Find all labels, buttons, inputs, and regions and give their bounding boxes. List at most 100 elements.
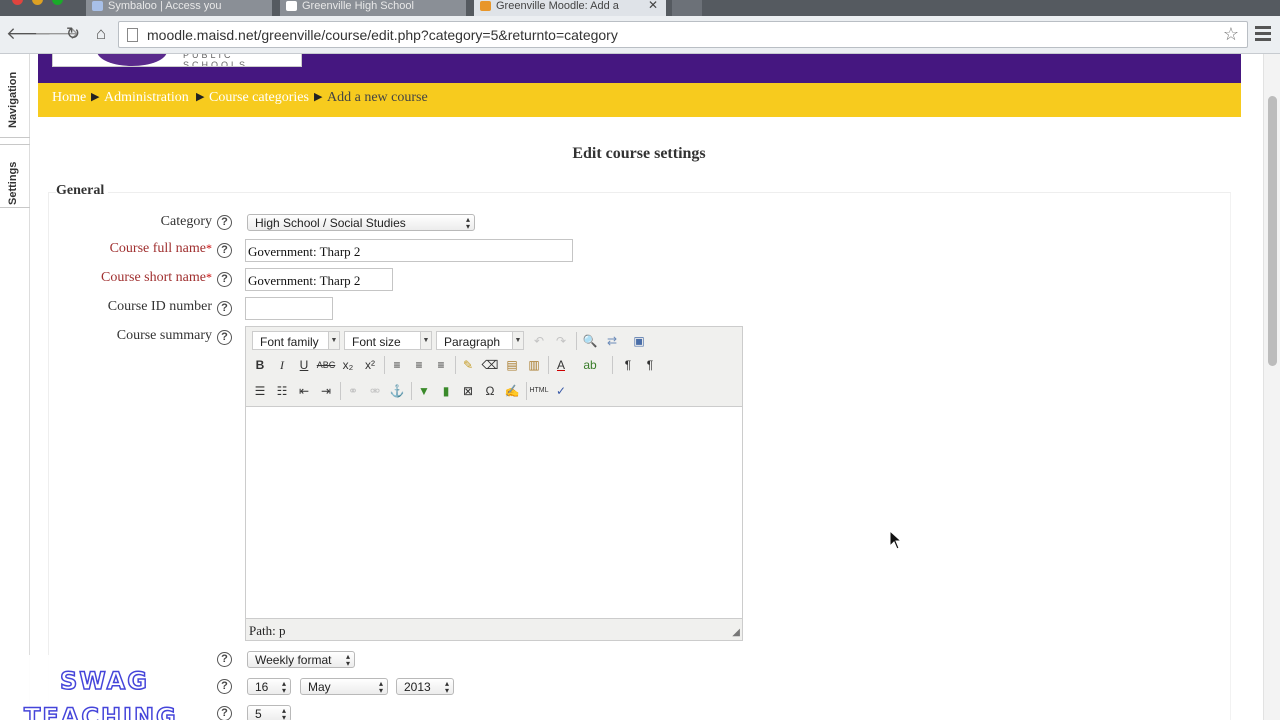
superscript-icon[interactable]: x² [360, 355, 380, 375]
align-left-icon[interactable]: ≡ [387, 355, 407, 375]
fullname-input[interactable]: Government: Tharp 2 [245, 239, 573, 262]
resize-grip-icon[interactable]: ◢ [732, 627, 740, 638]
browser-tab-strip: Symbaloo | Access you Greenville High Sc… [0, 0, 1280, 16]
url-text[interactable]: moodle.maisd.net/greenville/course/edit.… [147, 27, 618, 43]
section-legend[interactable]: General [56, 183, 109, 199]
highlight-color-icon[interactable]: ab [580, 355, 600, 375]
shortname-input[interactable]: Government: Tharp 2 [245, 268, 393, 291]
breadcrumb-administration-link[interactable]: Administration [104, 90, 189, 106]
spellcheck-icon[interactable]: ✓ [551, 381, 571, 401]
nonbreaking-space-icon[interactable]: ✍ [502, 381, 522, 401]
sections-select[interactable]: 5 ▴ ▾ [247, 705, 291, 720]
strikethrough-icon[interactable]: ABC [316, 355, 336, 375]
scrollbar-thumb[interactable] [1268, 96, 1277, 366]
image-icon[interactable]: ▼ [414, 381, 434, 401]
browser-tab-greenville-high[interactable]: Greenville High School [280, 0, 466, 16]
undo-icon[interactable]: ↶ [529, 331, 549, 351]
bookmark-star-icon[interactable]: ☆ [1223, 24, 1239, 45]
category-select[interactable]: High School / Social Studies ▴ ▾ [247, 214, 475, 231]
browser-toolbar: 🡐 🡒 ↻ ⌂ moodle.maisd.net/greenville/cour… [0, 16, 1280, 54]
help-icon[interactable]: ? [217, 272, 232, 287]
school-logo[interactable]: PUBLIC SCHOOLS [52, 54, 302, 67]
toolbar-separator [526, 382, 527, 400]
page-title: Edit course settings [572, 145, 706, 162]
shortname-label: Course short name* [32, 270, 212, 286]
font-size-select[interactable]: Font size ▼ [344, 331, 432, 350]
help-icon[interactable]: ? [217, 330, 232, 345]
close-window-icon[interactable] [12, 0, 23, 5]
reload-icon[interactable]: ↻ [62, 24, 84, 44]
help-icon[interactable]: ? [217, 243, 232, 258]
media-icon[interactable]: ▮ [436, 381, 456, 401]
back-arrow-icon[interactable]: 🡐 [6, 24, 52, 44]
zoom-window-icon[interactable] [52, 0, 63, 5]
special-character-icon[interactable]: Ω [480, 381, 500, 401]
dock-item-navigation[interactable]: Navigation [0, 54, 30, 138]
bold-icon[interactable]: B [250, 355, 270, 375]
forward-arrow-icon[interactable]: 🡒 [34, 24, 80, 44]
help-icon[interactable]: ? [217, 706, 232, 720]
font-family-value: Font family [260, 335, 319, 349]
link-icon[interactable]: ⚭ [343, 381, 363, 401]
paragraph-select[interactable]: Paragraph ▼ [436, 331, 524, 350]
outdent-icon[interactable]: ⇤ [294, 381, 314, 401]
idnumber-input[interactable] [245, 297, 333, 320]
underline-icon[interactable]: U [294, 355, 314, 375]
rtl-icon[interactable]: ¶ [640, 355, 660, 375]
align-center-icon[interactable]: ≡ [409, 355, 429, 375]
new-tab-button[interactable] [672, 0, 702, 16]
help-icon[interactable]: ? [217, 679, 232, 694]
start-year-select[interactable]: 2013 ▴ ▾ [396, 678, 454, 695]
anchor-icon[interactable]: ⚓ [387, 381, 407, 401]
summary-label: Course summary [116, 328, 212, 343]
paste-word-icon[interactable]: ▥ [524, 355, 544, 375]
page-icon [286, 1, 297, 11]
minimize-window-icon[interactable] [32, 0, 43, 5]
subscript-icon[interactable]: x₂ [338, 355, 358, 375]
close-tab-icon[interactable]: ✕ [648, 0, 658, 12]
help-icon[interactable]: ? [217, 215, 232, 230]
help-icon[interactable]: ? [217, 652, 232, 667]
browser-tab-symbaloo[interactable]: Symbaloo | Access you [86, 0, 272, 16]
start-day-select[interactable]: 16 ▴ ▾ [247, 678, 291, 695]
find-icon[interactable]: 🔍 [580, 331, 600, 351]
help-icon[interactable]: ? [217, 301, 232, 316]
logo-caption: PUBLIC SCHOOLS [183, 54, 249, 67]
start-month-select[interactable]: May ▴ ▾ [300, 678, 388, 695]
address-bar[interactable]: moodle.maisd.net/greenville/course/edit.… [118, 21, 1248, 48]
font-family-select[interactable]: Font family ▼ [252, 331, 340, 350]
align-right-icon[interactable]: ≡ [431, 355, 451, 375]
breadcrumb-current: Add a new course [327, 90, 428, 105]
ltr-icon[interactable]: ¶ [618, 355, 638, 375]
home-icon[interactable]: ⌂ [90, 24, 112, 44]
breadcrumb-course-categories-link[interactable]: Course categories [209, 90, 309, 106]
browser-tab-moodle[interactable]: Greenville Moodle: Add a ✕ [474, 0, 666, 16]
summary-editor: Font family ▼ Font size ▼ Paragraph ▼ ↶ ↷ 🔍… [245, 326, 743, 641]
select-arrows-icon: ▴ ▾ [281, 679, 286, 695]
paste-text-icon[interactable]: ▤ [502, 355, 522, 375]
menu-icon[interactable] [1255, 26, 1271, 44]
format-select[interactable]: Weekly format ▴ ▾ [247, 651, 355, 668]
unlink-icon[interactable]: ⚮ [365, 381, 385, 401]
html-source-icon[interactable]: HTML [529, 381, 549, 401]
moodle-media-icon[interactable]: ⊠ [458, 381, 478, 401]
sections-value: 5 [255, 707, 262, 720]
page-scrollbar[interactable] [1263, 54, 1280, 720]
indent-icon[interactable]: ⇥ [316, 381, 336, 401]
summary-text-area[interactable] [246, 406, 742, 619]
chevron-down-icon: ▼ [420, 332, 431, 349]
breadcrumb-home-link[interactable]: Home [52, 90, 86, 106]
replace-icon[interactable]: ⇄ [602, 331, 622, 351]
tab-title: Greenville High School [302, 0, 414, 12]
text-color-icon[interactable]: A [551, 355, 571, 375]
bullet-list-icon[interactable]: ☰ [250, 381, 270, 401]
italic-icon[interactable]: I [272, 355, 292, 375]
toolbar-separator [576, 332, 577, 350]
fullscreen-icon[interactable]: ▣ [629, 331, 649, 351]
cleanup-icon[interactable]: ✎ [458, 355, 478, 375]
start-day-value: 16 [255, 680, 269, 694]
toolbar-separator [548, 356, 549, 374]
numbered-list-icon[interactable]: ☷ [272, 381, 292, 401]
redo-icon[interactable]: ↷ [551, 331, 571, 351]
eraser-icon[interactable]: ⌫ [480, 355, 500, 375]
